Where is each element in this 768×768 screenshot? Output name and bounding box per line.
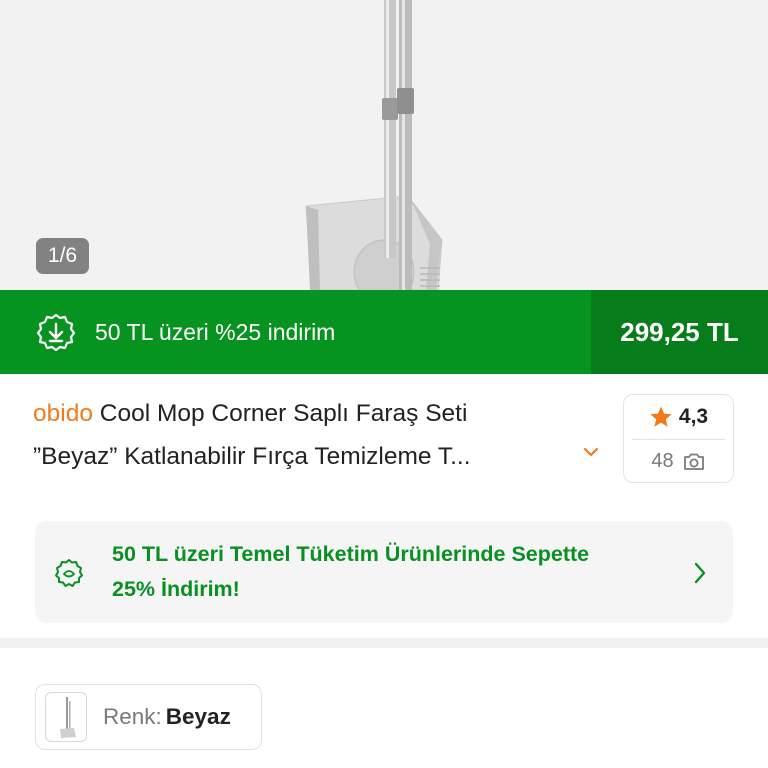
star-icon	[650, 406, 672, 427]
section-divider	[0, 638, 768, 648]
campaign-line-1: 50 TL üzeri Temel Tüketim Ürünlerinde Se…	[112, 542, 590, 566]
promo-text: 50 TL üzeri %25 indirim	[95, 318, 336, 345]
title-line-2: ”Beyaz” Katlanabilir Fırça Temizleme T..…	[33, 443, 471, 470]
discounted-price: 299,25 TL	[591, 290, 768, 374]
photo-review-row[interactable]: 48	[624, 440, 733, 483]
discount-promo-bar[interactable]: 50 TL üzeri %25 indirim 299,25 TL	[0, 290, 768, 374]
chevron-down-icon[interactable]	[581, 445, 601, 459]
photo-review-count: 48	[651, 450, 674, 472]
variant-thumbnail	[45, 692, 87, 742]
image-counter-badge: 1/6	[36, 238, 89, 274]
campaign-banner[interactable]: 50 TL üzeri Temel Tüketim Ürünlerinde Se…	[35, 521, 733, 623]
chevron-right-icon[interactable]	[691, 559, 709, 587]
variant-key: Renk:	[103, 704, 162, 729]
rating-score-row: 4,3	[624, 395, 733, 439]
campaign-line-2: 25% İndirim!	[112, 577, 240, 601]
rating-score: 4,3	[678, 405, 709, 428]
camera-icon	[683, 453, 704, 470]
color-variant-selector[interactable]: Renk: Beyaz	[35, 684, 262, 750]
brand-name[interactable]: obido	[33, 400, 93, 427]
product-name: Cool Mop Corner Saplı Faraş Seti	[99, 400, 468, 427]
rating-card[interactable]: 4,3 48	[623, 394, 734, 483]
variant-thumbnail-image	[60, 697, 76, 738]
campaign-badge-icon	[55, 559, 83, 587]
variant-label: Renk: Beyaz	[103, 704, 231, 730]
product-image-gallery[interactable]: 1/6	[0, 0, 768, 290]
discount-download-badge-icon	[36, 313, 76, 352]
title-line-1: obido Cool Mop Corner Saplı Faraş Seti	[33, 392, 603, 435]
product-title[interactable]: obido Cool Mop Corner Saplı Faraş Seti ”…	[33, 392, 603, 478]
product-photo	[305, 0, 443, 290]
campaign-text: 50 TL üzeri Temel Tüketim Ürünlerinde Se…	[112, 537, 692, 607]
promo-left-section[interactable]: 50 TL üzeri %25 indirim	[0, 290, 591, 374]
variant-value: Beyaz	[165, 704, 231, 729]
